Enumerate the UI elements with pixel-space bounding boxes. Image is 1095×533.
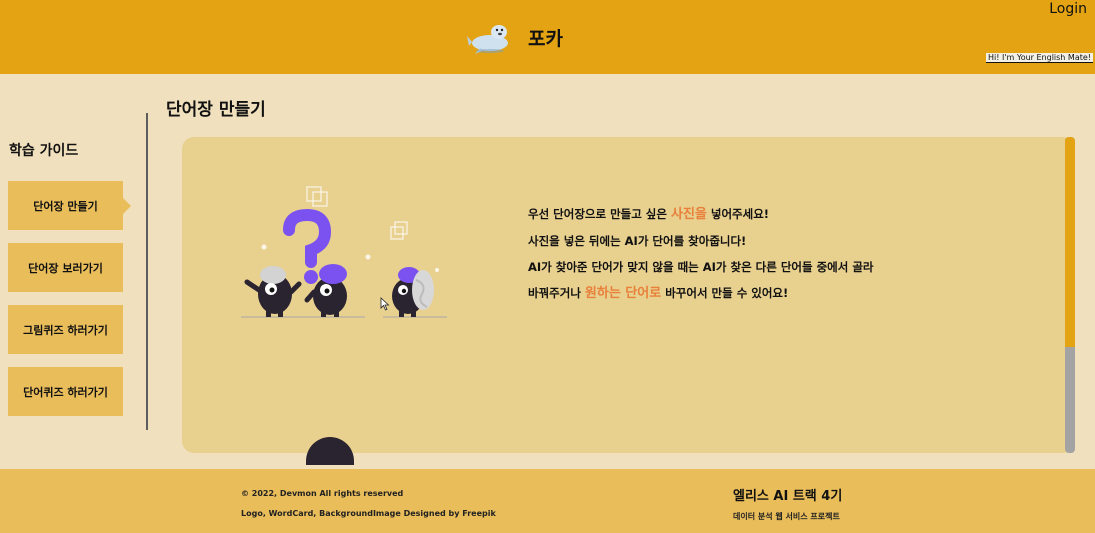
- sidebar-item-word-quiz[interactable]: 단어퀴즈 하러가기: [8, 367, 123, 416]
- brand-name: 포카: [528, 27, 563, 50]
- sidebar-item-view-wordbook[interactable]: 단어장 보러가기: [8, 243, 123, 292]
- footer: © 2022, Devmon All rights reserved Logo,…: [0, 469, 1095, 533]
- sidebar-title: 학습 가이드: [9, 143, 79, 159]
- sidebar-divider: [146, 113, 148, 430]
- page-title: 단어장 만들기: [166, 100, 266, 120]
- scrollbar-thumb[interactable]: [1065, 137, 1075, 347]
- highlight-desired-word: 원하는 단어로: [584, 286, 662, 301]
- mouse-cursor-icon: [380, 297, 390, 311]
- guide-card: 우선 단어장으로 만들고 싶은 사진을 넣어주세요! 사진을 넣은 뒤에는 AI…: [182, 137, 1075, 453]
- seal-logo-icon: [467, 25, 508, 54]
- guide-text-segment: 넣어주세요!: [706, 207, 770, 221]
- footer-copyright: © 2022, Devmon All rights reserved: [241, 489, 404, 498]
- brand-logo[interactable]: 포카: [466, 18, 563, 56]
- sidebar-item-picture-quiz[interactable]: 그림퀴즈 하러가기: [8, 305, 123, 354]
- footer-track: 엘리스 AI 트랙 4기: [733, 489, 843, 504]
- guide-text-segment: 바꾸어서 만들 수 있어요!: [661, 286, 789, 300]
- guide-scrollbar[interactable]: [1065, 137, 1075, 453]
- footer-project: 데이터 분석 웹 서비스 프로젝트: [733, 512, 840, 521]
- highlight-photo: 사진을: [670, 207, 707, 222]
- tagline: Hi! I'm Your English Mate!: [985, 53, 1093, 63]
- footer-credits: Logo, WordCard, BackgroundImage Designed…: [241, 509, 496, 518]
- characters-illustration: [241, 186, 447, 318]
- guide-text-segment: 우선 단어장으로 만들고 싶은: [528, 207, 671, 221]
- login-link[interactable]: Login: [1049, 1, 1087, 17]
- guide-line-3: AI가 찾아준 단어가 맞지 않을 때는 AI가 찾은 다른 단어들 중에서 골…: [528, 260, 874, 274]
- guide-text-segment: 바꿔주거나: [528, 286, 585, 300]
- header: 포카 Login Hi! I'm Your English Mate!: [0, 0, 1095, 74]
- sidebar-item-make-wordbook[interactable]: 단어장 만들기: [8, 181, 131, 230]
- guide-line-2: 사진을 넣은 뒤에는 AI가 단어를 찾아줍니다!: [528, 234, 747, 248]
- guide-line-1: 우선 단어장으로 만들고 싶은 사진을 넣어주세요!: [528, 201, 1048, 228]
- guide-line-4: 바꿔주거나 원하는 단어로 바꾸어서 만들 수 있어요!: [528, 280, 1048, 307]
- guide-text: 우선 단어장으로 만들고 싶은 사진을 넣어주세요! 사진을 넣은 뒤에는 AI…: [528, 201, 1048, 307]
